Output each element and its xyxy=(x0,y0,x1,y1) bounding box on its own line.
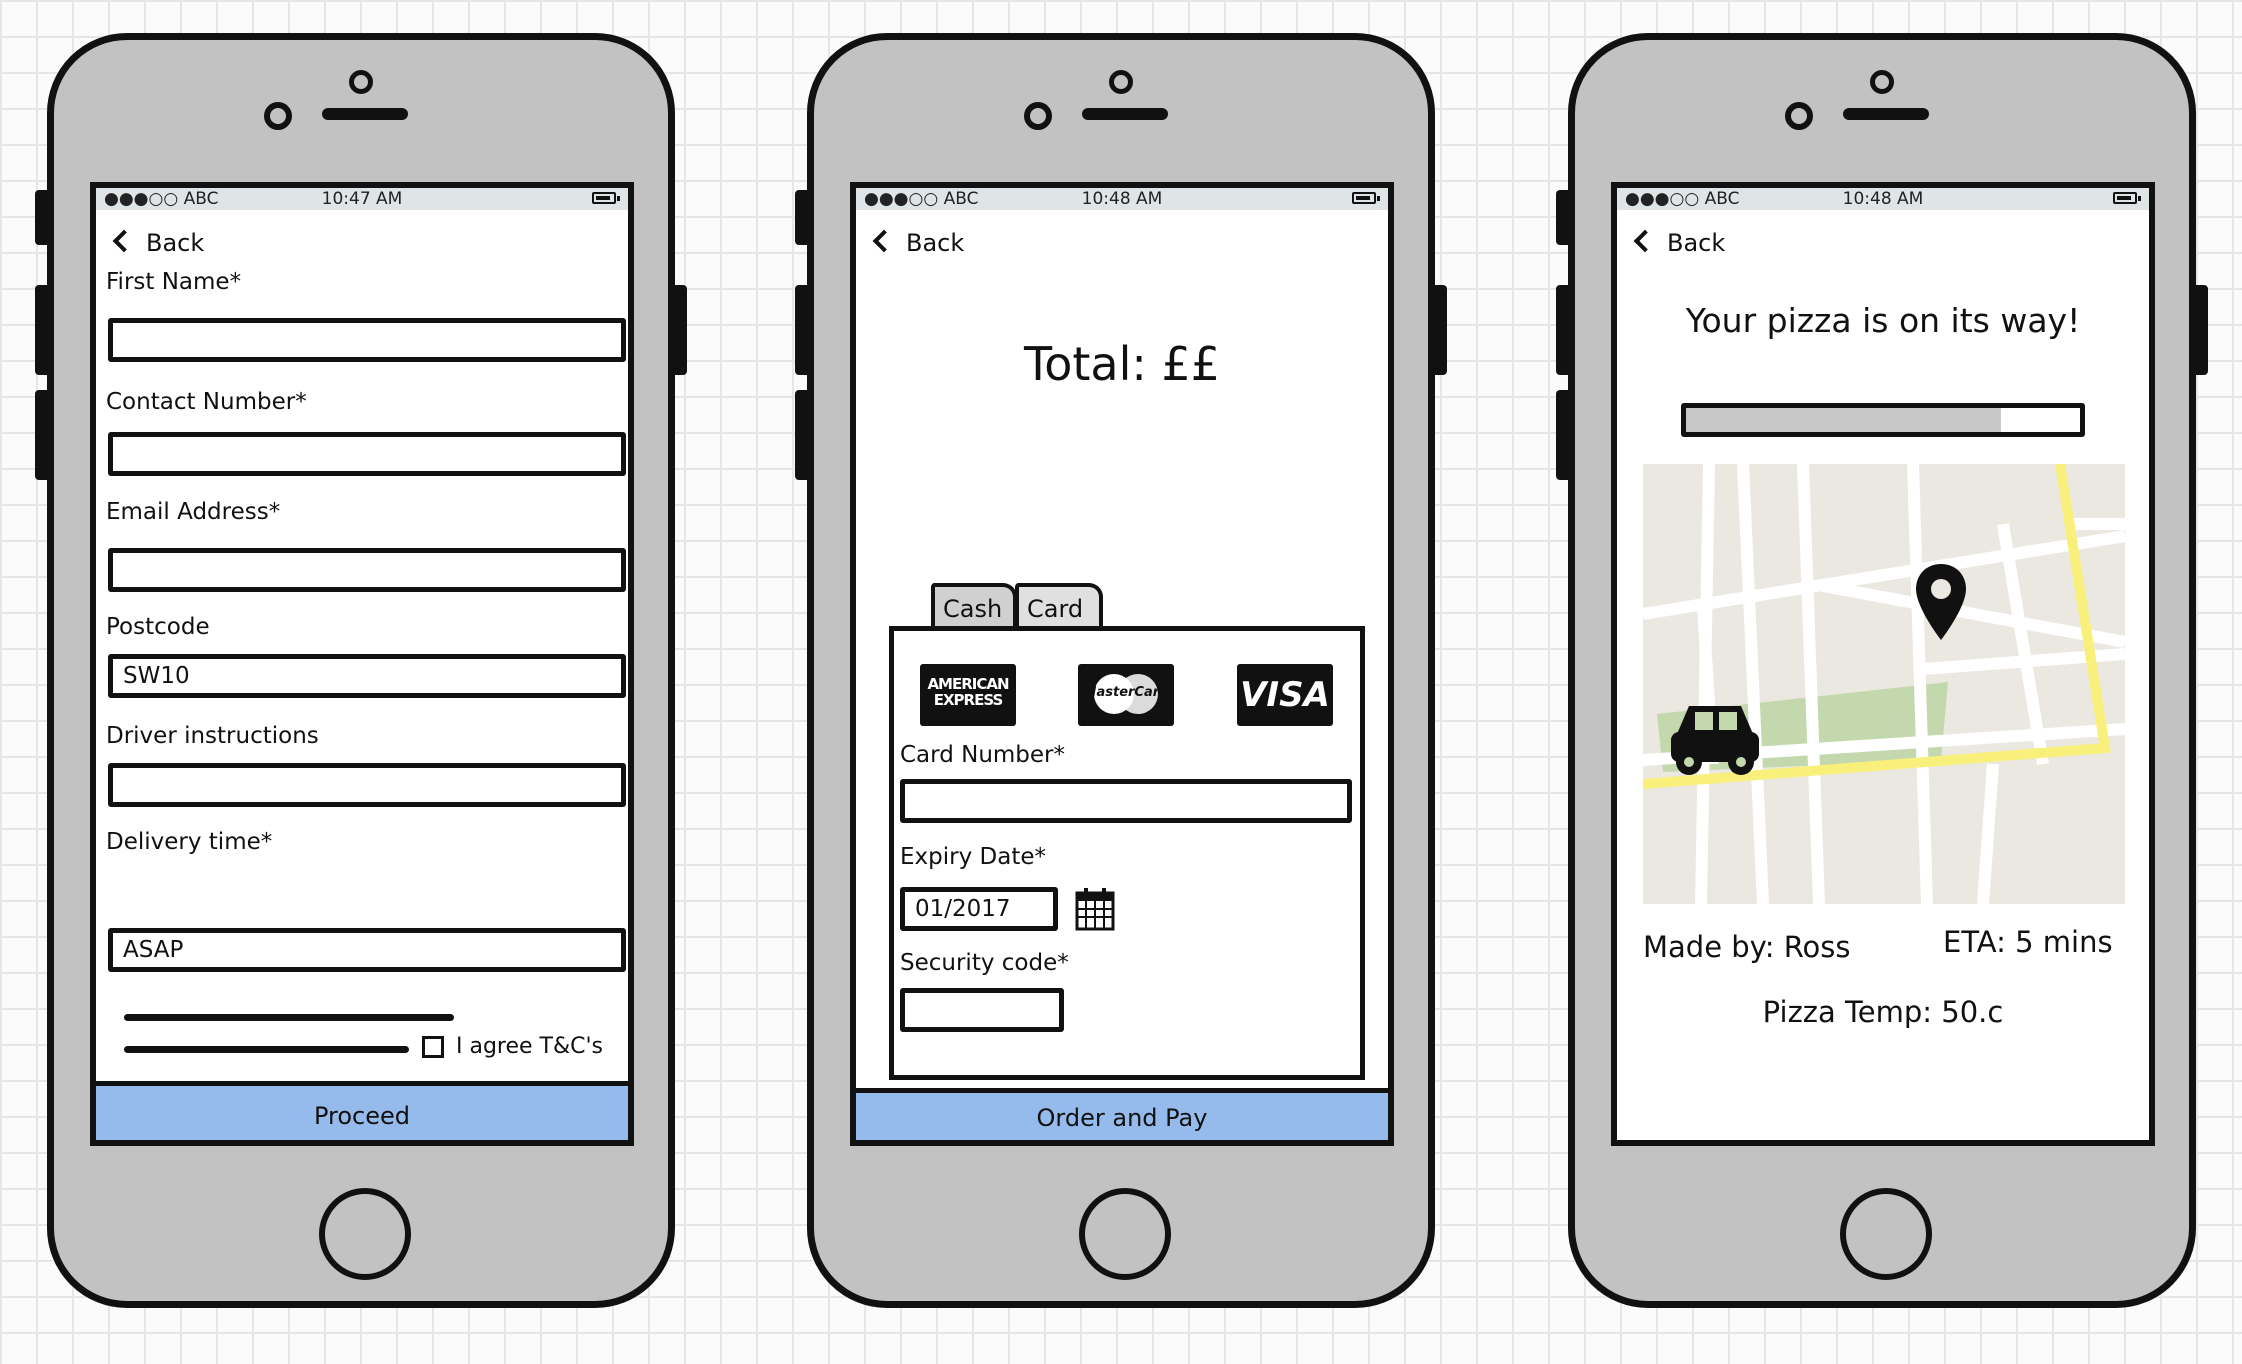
battery-icon xyxy=(2113,192,2141,204)
card-number-input[interactable] xyxy=(900,779,1352,823)
email-address-label: Email Address* xyxy=(106,499,281,525)
status-time: 10:48 AM xyxy=(1842,189,1924,209)
expiry-date-input[interactable]: 01/2017 xyxy=(900,887,1058,931)
made-by-label: Made by: Ross xyxy=(1643,930,1851,964)
visa-text: VISA xyxy=(1240,675,1330,715)
tab-cash[interactable]: Cash xyxy=(931,583,1017,631)
back-button[interactable]: Back xyxy=(1633,228,1726,258)
expiry-date-label: Expiry Date* xyxy=(900,844,1046,870)
speaker-grille xyxy=(322,108,408,120)
terms-text-scribble xyxy=(124,1046,409,1053)
back-label: Back xyxy=(906,229,965,257)
delivery-heading: Your pizza is on its way! xyxy=(1685,301,2081,340)
sensor-icon xyxy=(1024,102,1052,130)
delivery-progress-fill xyxy=(1686,408,2002,432)
home-button xyxy=(319,1188,411,1280)
mastercard-logo-icon: MasterCard xyxy=(1078,664,1174,726)
power-button xyxy=(2196,285,2208,375)
map-pin-icon xyxy=(1913,562,1969,642)
first-name-label: First Name* xyxy=(106,269,242,295)
volume-up-button xyxy=(35,285,47,375)
power-button xyxy=(675,285,687,375)
home-button xyxy=(1840,1188,1932,1280)
speaker-grille xyxy=(1843,108,1929,120)
volume-up-button xyxy=(1556,285,1568,375)
delivery-progress-bar xyxy=(1681,403,2085,437)
agree-terms-label: I agree T&C's xyxy=(456,1034,604,1059)
eta-label: ETA: 5 mins xyxy=(1943,925,2113,959)
postcode-label: Postcode xyxy=(106,614,210,640)
terms-text-scribble xyxy=(124,1014,454,1021)
volume-up-button xyxy=(795,285,807,375)
mute-switch xyxy=(35,190,47,245)
volume-down-button xyxy=(1556,390,1568,480)
security-code-label: Security code* xyxy=(900,950,1069,976)
battery-icon xyxy=(592,192,620,204)
amex-line-2: EXPRESS xyxy=(933,691,1004,709)
amex-logo-icon: AMERICAN EXPRESS xyxy=(920,664,1016,726)
email-address-input[interactable] xyxy=(108,548,626,592)
contact-number-label: Contact Number* xyxy=(106,389,307,415)
security-code-input[interactable] xyxy=(900,988,1064,1032)
home-button xyxy=(1079,1188,1171,1280)
battery-icon xyxy=(1352,192,1380,204)
volume-down-button xyxy=(795,390,807,480)
delivery-time-label: Delivery time* xyxy=(106,829,273,855)
chevron-left-icon xyxy=(112,229,136,253)
calendar-icon[interactable] xyxy=(1075,887,1115,931)
screen-payment: ●●●○○ ABC 10:48 AM Back Total: ££ Cash C… xyxy=(850,182,1394,1146)
agree-terms-checkbox[interactable] xyxy=(422,1036,444,1058)
card-payment-panel: AMERICAN EXPRESS MasterCard VISA Card Nu… xyxy=(889,626,1365,1080)
camera-icon xyxy=(1870,70,1894,94)
pizza-temp-label: Pizza Temp: 50.c xyxy=(1762,995,2004,1029)
contact-number-input[interactable] xyxy=(108,432,626,476)
proceed-button[interactable]: Proceed xyxy=(96,1081,628,1140)
mute-switch xyxy=(1556,190,1568,245)
delivery-map[interactable] xyxy=(1643,464,2125,904)
mastercard-text: MasterCard xyxy=(1083,685,1169,700)
status-bar: ●●●○○ ABC 10:47 AM xyxy=(96,188,628,210)
chevron-left-icon xyxy=(1633,229,1657,253)
order-and-pay-button[interactable]: Order and Pay xyxy=(856,1088,1388,1140)
phone-frame-tracking: ●●●○○ ABC 10:48 AM Back Your pizza is on… xyxy=(1556,33,2208,1308)
back-label: Back xyxy=(1667,229,1726,257)
back-label: Back xyxy=(146,229,205,257)
phone-frame-payment: ●●●○○ ABC 10:48 AM Back Total: ££ Cash C… xyxy=(795,33,1447,1308)
status-time: 10:48 AM xyxy=(1081,189,1163,209)
screen-tracking: ●●●○○ ABC 10:48 AM Back Your pizza is on… xyxy=(1611,182,2155,1146)
volume-down-button xyxy=(35,390,47,480)
driver-instructions-input[interactable] xyxy=(108,763,626,807)
back-button[interactable]: Back xyxy=(872,228,965,258)
chevron-left-icon xyxy=(872,229,896,253)
sensor-icon xyxy=(1785,102,1813,130)
delivery-time-input[interactable]: ASAP xyxy=(108,928,626,972)
driver-instructions-label: Driver instructions xyxy=(106,723,319,749)
power-button xyxy=(1435,285,1447,375)
phone-frame-details: ●●●○○ ABC 10:47 AM Back First Name* Cont… xyxy=(35,33,687,1308)
camera-icon xyxy=(1109,70,1133,94)
camera-icon xyxy=(349,70,373,94)
car-icon xyxy=(1667,698,1763,778)
tab-card[interactable]: Card xyxy=(1015,583,1103,631)
status-time: 10:47 AM xyxy=(321,189,403,209)
amex-line-1: AMERICAN xyxy=(927,675,1009,693)
card-number-label: Card Number* xyxy=(900,742,1066,768)
mute-switch xyxy=(795,190,807,245)
sensor-icon xyxy=(264,102,292,130)
speaker-grille xyxy=(1082,108,1168,120)
first-name-input[interactable] xyxy=(108,318,626,362)
status-bar: ●●●○○ ABC 10:48 AM xyxy=(856,188,1388,210)
back-button[interactable]: Back xyxy=(112,228,205,258)
visa-logo-icon: VISA xyxy=(1237,664,1333,726)
total-label: Total: ££ xyxy=(1023,337,1221,391)
postcode-input[interactable]: SW10 xyxy=(108,654,626,698)
status-bar: ●●●○○ ABC 10:48 AM xyxy=(1617,188,2149,210)
screen-details-form: ●●●○○ ABC 10:47 AM Back First Name* Cont… xyxy=(90,182,634,1146)
